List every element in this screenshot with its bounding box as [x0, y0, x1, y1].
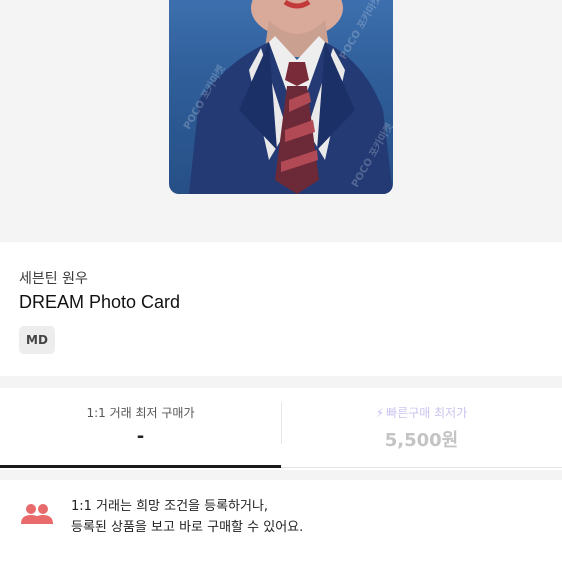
tab-quick-purchase[interactable]: ⚡ 빠른구매 최저가 5,500원 [281, 388, 562, 470]
direct-price-value: - [136, 426, 145, 447]
photo-card-image[interactable]: POCO 포카마켓 POCO 포카마켓 POCO 포카마켓 [169, 0, 393, 194]
notice-line-2: 등록된 상품을 보고 바로 구매할 수 있어요. [71, 520, 304, 535]
photo-card-illustration: POCO 포카마켓 POCO 포카마켓 POCO 포카마켓 [180, 0, 393, 194]
quick-price-value: 5,500원 [384, 430, 459, 451]
tab-baseline [281, 467, 562, 468]
notice-text: 1:1 거래는 희망 조건을 등록하거나, 등록된 상품을 보고 바로 구매할 … [71, 496, 303, 538]
tab-direct-trade[interactable]: 1:1 거래 최저 구매가 - [0, 388, 281, 470]
users-icon [20, 502, 54, 526]
product-title: DREAM Photo Card [19, 292, 181, 312]
product-image-area: POCO 포카마켓 POCO 포카마켓 POCO 포카마켓 [0, 0, 562, 242]
active-tab-indicator [0, 465, 281, 468]
quick-price-label: 빠른구매 최저가 [386, 406, 468, 420]
price-tabs: 1:1 거래 최저 구매가 - ⚡ 빠른구매 최저가 5,500원 [0, 388, 562, 470]
artist-name: 세븐틴 원우 [19, 271, 88, 287]
svg-text:POCO 포카마켓: POCO 포카마켓 [336, 0, 383, 61]
category-badge: MD [19, 326, 55, 354]
direct-price-label: 1:1 거래 최저 구매가 [86, 406, 195, 420]
lightning-icon: ⚡ [375, 406, 385, 420]
notice-line-1: 1:1 거래는 희망 조건을 등록하거나, [71, 499, 269, 514]
